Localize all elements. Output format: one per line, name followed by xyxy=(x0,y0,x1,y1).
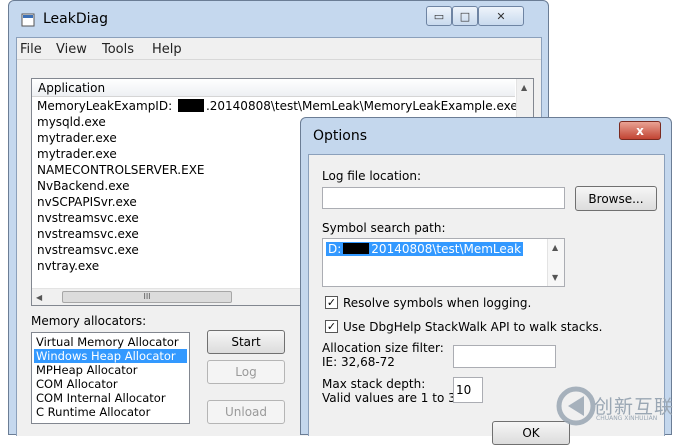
max-stack-depth-input[interactable] xyxy=(453,377,483,403)
minimize-icon: ▭ xyxy=(433,9,445,23)
unload-button[interactable]: Unload xyxy=(207,400,285,424)
scroll-up-icon[interactable]: ▲ xyxy=(521,83,527,92)
stackwalk-label: Use DbgHelp StackWalk API to walk stacks… xyxy=(343,320,603,334)
start-button[interactable]: Start xyxy=(207,330,285,354)
list-item[interactable]: COM Allocator xyxy=(34,377,187,391)
log-file-location-label: Log file location: xyxy=(322,169,421,183)
list-item[interactable]: mytrader.exe xyxy=(37,131,117,145)
menu-bar: File View Tools Help xyxy=(17,38,541,60)
menu-view[interactable]: View xyxy=(56,42,87,57)
allocation-size-filter-input[interactable] xyxy=(453,345,556,368)
memory-allocators-label: Memory allocators: xyxy=(31,314,147,328)
list-item[interactable]: nvtray.exe xyxy=(37,259,99,273)
list-item[interactable]: MemoryLeakExampID: .20140808\test\MemLea… xyxy=(37,99,518,113)
maximize-icon: □ xyxy=(459,9,471,23)
log-file-location-input[interactable] xyxy=(322,187,565,209)
list-item[interactable]: MPHeap Allocator xyxy=(34,363,187,377)
browse-button[interactable]: Browse... xyxy=(575,186,657,211)
list-item-selected[interactable]: Windows Heap Allocator xyxy=(34,349,187,363)
hscroll-thumb[interactable]: III xyxy=(62,291,232,303)
scroll-down-icon[interactable]: ▼ xyxy=(552,273,558,282)
list-item[interactable]: nvstreamsvc.exe xyxy=(37,227,139,241)
list-item[interactable]: C Runtime Allocator xyxy=(34,405,187,419)
application-column-header[interactable]: Application xyxy=(32,79,515,97)
max-stack-depth-range: Valid values are 1 to 32 xyxy=(322,391,464,405)
dialog-title: Options xyxy=(313,128,368,144)
list-item[interactable]: nvstreamsvc.exe xyxy=(37,243,139,257)
menu-file[interactable]: File xyxy=(20,42,42,57)
application-header-label: Application xyxy=(38,81,106,95)
redaction-block xyxy=(343,243,370,254)
maximize-button[interactable]: □ xyxy=(452,6,478,26)
log-button[interactable]: Log xyxy=(207,360,285,384)
list-item[interactable]: NvBackend.exe xyxy=(37,179,130,193)
stackwalk-checkbox[interactable]: ✓ xyxy=(325,320,338,333)
list-item[interactable]: nvSCPAPISvr.exe xyxy=(37,195,137,209)
symbol-path-vscrollbar[interactable]: ▲ ▼ xyxy=(547,239,564,286)
dialog-close-button[interactable]: x xyxy=(619,121,661,140)
scroll-left-icon[interactable]: ◀ xyxy=(36,293,42,302)
list-item[interactable]: NAMECONTROLSERVER.EXE xyxy=(37,163,205,177)
menu-help[interactable]: Help xyxy=(152,42,182,57)
list-item[interactable]: COM Internal Allocator xyxy=(34,391,187,405)
max-stack-depth-label: Max stack depth: xyxy=(322,377,426,391)
window-title: LeakDiag xyxy=(43,11,108,27)
symbol-search-path-label: Symbol search path: xyxy=(322,221,446,235)
watermark-subtext: CHUANG XINHULIAN xyxy=(596,415,658,422)
list-item[interactable]: Virtual Memory Allocator xyxy=(34,335,187,349)
allocation-size-filter-example: IE: 32,68-72 xyxy=(322,355,395,369)
symbol-search-path-input[interactable]: D: 20140808\test\MemLeak ▲ ▼ xyxy=(322,238,565,287)
close-icon: ✕ xyxy=(496,9,506,23)
redaction-block xyxy=(177,99,204,112)
close-icon: x xyxy=(636,123,644,138)
list-item[interactable]: mysqld.exe xyxy=(37,115,106,129)
resolve-symbols-checkbox[interactable]: ✓ xyxy=(325,296,338,309)
app-icon xyxy=(21,13,35,27)
minimize-button[interactable]: ▭ xyxy=(426,6,452,26)
resolve-symbols-label: Resolve symbols when logging. xyxy=(343,296,532,310)
close-button[interactable]: ✕ xyxy=(478,6,524,26)
menu-tools[interactable]: Tools xyxy=(102,42,134,57)
allocator-list[interactable]: Virtual Memory Allocator Windows Heap Al… xyxy=(31,332,190,424)
scroll-up-icon[interactable]: ▲ xyxy=(552,243,558,252)
list-item[interactable]: nvstreamsvc.exe xyxy=(37,211,139,225)
allocation-size-filter-label: Allocation size filter: xyxy=(322,341,444,355)
list-item[interactable]: mytrader.exe xyxy=(37,147,117,161)
symbol-path-selection: D: 20140808\test\MemLeak xyxy=(326,242,524,256)
